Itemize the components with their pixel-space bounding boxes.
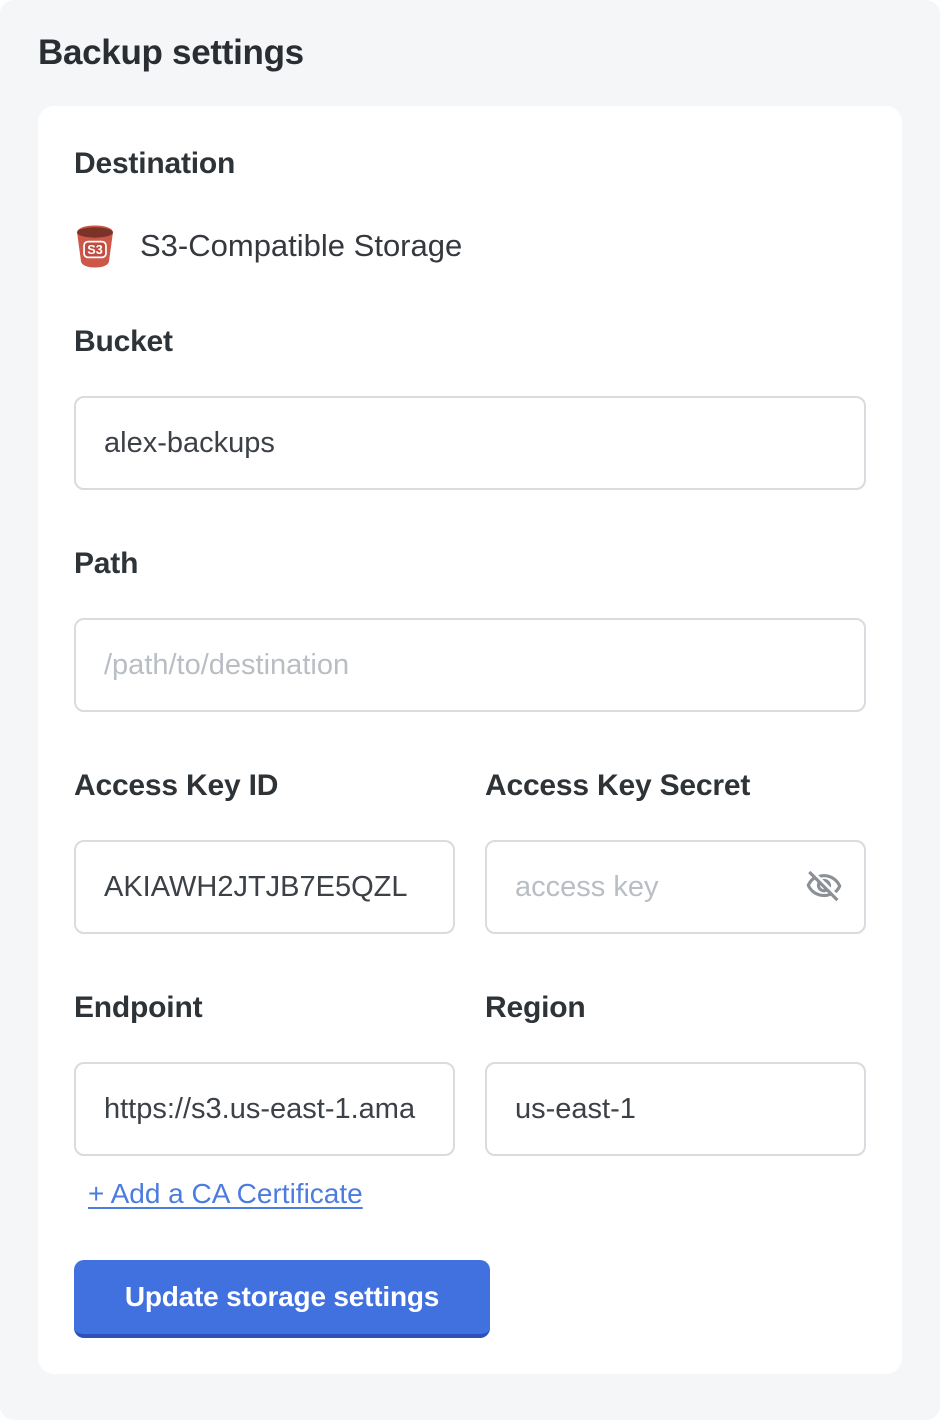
destination-value: S3-Compatible Storage [140, 228, 462, 264]
path-label: Path [74, 546, 866, 582]
access-key-id-label: Access Key ID [74, 768, 455, 804]
access-key-id-input[interactable] [74, 840, 455, 934]
add-ca-certificate-link[interactable]: + Add a CA Certificate [88, 1178, 363, 1210]
bucket-label: Bucket [74, 324, 866, 360]
backup-settings-card: Destination S3 S3-Compatible Storage Buc… [38, 106, 902, 1374]
region-field: Region [485, 990, 866, 1156]
path-field: Path [74, 546, 866, 712]
region-input[interactable] [485, 1062, 866, 1156]
path-input[interactable] [74, 618, 866, 712]
access-key-secret-field: Access Key Secret [485, 768, 866, 934]
access-key-id-field: Access Key ID [74, 768, 455, 934]
destination-label: Destination [74, 146, 866, 182]
bucket-field: Bucket [74, 324, 866, 490]
svg-text:S3: S3 [87, 243, 103, 257]
endpoint-label: Endpoint [74, 990, 455, 1026]
endpoint-region-row: Endpoint Region [74, 990, 866, 1156]
eye-off-icon [805, 867, 843, 908]
region-label: Region [485, 990, 866, 1026]
endpoint-input[interactable] [74, 1062, 455, 1156]
update-storage-settings-button[interactable]: Update storage settings [74, 1260, 490, 1338]
bucket-input[interactable] [74, 396, 866, 490]
backup-settings-page: Backup settings Destination S3 S3-Compat… [0, 0, 940, 1420]
access-key-row: Access Key ID Access Key Secret [74, 768, 866, 934]
toggle-secret-visibility-button[interactable] [802, 865, 846, 909]
s3-bucket-icon: S3 [74, 224, 116, 268]
access-key-secret-label: Access Key Secret [485, 768, 866, 804]
destination-value-row: S3 S3-Compatible Storage [74, 224, 866, 268]
endpoint-field: Endpoint [74, 990, 455, 1156]
page-title: Backup settings [0, 0, 940, 74]
